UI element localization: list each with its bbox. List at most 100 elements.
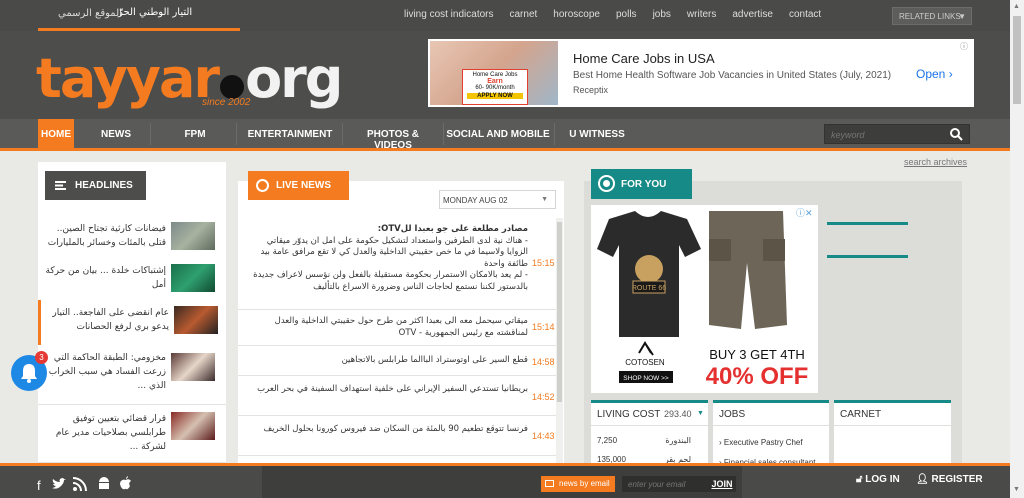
- live-news-item[interactable]: 14:52 بريطانيا تستدعي السفير الإيراني عل…: [238, 376, 556, 416]
- rss-icon[interactable]: [73, 477, 87, 491]
- nav-news[interactable]: NEWS: [86, 119, 146, 148]
- chevron-down-icon: ▼: [958, 12, 966, 21]
- top-link-jobs[interactable]: jobs: [653, 9, 671, 20]
- date-selector[interactable]: MONDAY AUG 02 ▼: [439, 190, 556, 209]
- news-text: بريطانيا تستدعي السفير الإيراني على خلفي…: [257, 384, 528, 394]
- page-scrollbar[interactable]: ▲ ▼: [1010, 0, 1024, 498]
- news-text: قطع السير على اوتوستراد الباالما طرابلس …: [341, 355, 528, 365]
- twitter-icon[interactable]: [52, 478, 66, 490]
- carnet-title: CARNET: [840, 409, 882, 420]
- live-news-item[interactable]: 14:58 قطع السير على اوتوستراد الباالما ط…: [238, 346, 556, 376]
- nav-entertainment[interactable]: ENTERTAINMENT: [244, 119, 336, 148]
- ad-subtitle: Best Home Health Software Job Vacancies …: [573, 70, 892, 81]
- android-icon[interactable]: [97, 477, 111, 491]
- job-item[interactable]: › Executive Pastry Chef: [719, 438, 803, 447]
- live-news-item[interactable]: 14:43 فرنسا تتوقع تطعيم 90 بالمئة من الس…: [238, 416, 556, 456]
- nav-divider: [342, 123, 343, 145]
- ad-open-button[interactable]: Open ›: [916, 67, 953, 81]
- headline-item[interactable]: مخزومي: الطبقة الحاكمة التي زرعت الفساد …: [38, 345, 226, 405]
- nav-social-mobile[interactable]: SOCIAL AND MOBILE: [446, 119, 550, 148]
- top-link-horoscope[interactable]: horoscope: [553, 9, 600, 20]
- ad-title[interactable]: Home Care Jobs in USA: [573, 51, 715, 66]
- for-you-accent-line: [827, 222, 908, 225]
- search-input[interactable]: [825, 126, 935, 144]
- tayyar-name-link[interactable]: التيار الوطني الحرّ: [118, 7, 192, 18]
- chevron-right-icon: ›: [948, 67, 953, 81]
- notification-bell[interactable]: 3: [11, 351, 48, 391]
- living-cost-value: 293.40: [664, 409, 692, 419]
- clock-icon: [256, 179, 269, 192]
- scrollbar-thumb[interactable]: [557, 222, 562, 402]
- register-link[interactable]: 👤︎ REGISTER: [916, 474, 983, 485]
- scroll-down-icon[interactable]: ▼: [1013, 486, 1020, 493]
- top-advertisement[interactable]: Home Care Jobs Earn 60- 90K/month APPLY …: [428, 39, 974, 107]
- top-link-contact[interactable]: contact: [789, 9, 821, 20]
- search-archives-link[interactable]: search archives: [904, 157, 967, 167]
- top-link-writers[interactable]: writers: [687, 9, 716, 20]
- ad-card-earn: Earn: [487, 78, 503, 85]
- news-by-email-label: news by email: [541, 476, 615, 492]
- nav-photos-videos[interactable]: PHOTOS & VIDEOS: [347, 119, 439, 151]
- news-text: ميقاتي سيحمل معه الى بعبدا اكثر من طرح ح…: [274, 316, 528, 338]
- headline-item[interactable]: عام انقضى على الفاجعة.. التيار يدعو بري …: [38, 300, 226, 346]
- top-link-advertise[interactable]: advertise: [732, 9, 773, 20]
- living-cost-row: 7,250 البندورة: [597, 436, 697, 445]
- live-news-scrollbar[interactable]: [556, 218, 563, 463]
- date-selector-value: MONDAY AUG 02: [443, 196, 508, 205]
- jobs-widget: JOBS › Executive Pastry Chef › Financial…: [713, 400, 829, 470]
- headline-text: مخزومي: الطبقة الحاكمة التي زرعت الفساد …: [48, 353, 166, 391]
- svg-text:40% OFF: 40% OFF: [706, 363, 809, 390]
- top-link-carnet[interactable]: carnet: [509, 9, 537, 20]
- site-logo[interactable]: tayyar org: [36, 49, 343, 109]
- nav-home[interactable]: HOME: [38, 119, 74, 148]
- live-news-item[interactable]: 15:14 ميقاتي سيحمل معه الى بعبدا اكثر من…: [238, 310, 556, 346]
- official-site-link[interactable]: الموقع الرسمي: [58, 8, 122, 19]
- live-news-item[interactable]: 15:15 مصادر مطلعة على جو بعبدا للOTV: - …: [238, 218, 556, 310]
- job-title: Executive Pastry Chef: [723, 438, 803, 447]
- clothing-ad-image: ROUTE 66 COTOSEN SHOP NOW >> BUY 3 GET 4…: [597, 211, 809, 390]
- join-button[interactable]: JOIN: [708, 476, 736, 492]
- headline-item[interactable]: قرار قضائي بتعيين توفيق طرابلسي بصلاحيات…: [38, 406, 226, 463]
- headlines-header: HEADLINES: [45, 171, 146, 200]
- news-time: 14:43: [532, 431, 555, 441]
- headline-item[interactable]: إشتباكات خلدة ... بيان من حركة أمل: [38, 258, 226, 304]
- nav-fpm[interactable]: FPM: [165, 119, 225, 148]
- apple-icon[interactable]: [119, 476, 132, 491]
- product-advertisement[interactable]: ROUTE 66 COTOSEN SHOP NOW >> BUY 3 GET 4…: [591, 205, 818, 393]
- headlines-title: HEADLINES: [75, 180, 133, 191]
- related-links-dropdown[interactable]: RELATED LINKS ▼: [892, 7, 972, 25]
- news-time: 14:52: [532, 392, 555, 402]
- carnet-widget: CARNET: [834, 400, 951, 470]
- living-cost-widget: LIVING COST 293.40 ▼ 7,250 البندورة 135,…: [591, 400, 708, 470]
- top-link-living-cost[interactable]: living cost indicators: [404, 9, 493, 20]
- scrollbar-thumb[interactable]: [1013, 16, 1021, 104]
- living-cost-price: 7,250: [597, 436, 618, 445]
- headline-thumbnail: [171, 412, 215, 440]
- headline-thumbnail: [174, 306, 218, 334]
- ad-close-icon[interactable]: ⓘ✕: [796, 206, 813, 219]
- for-you-header: FOR YOU: [591, 169, 692, 199]
- scroll-up-icon[interactable]: ▲: [1013, 3, 1020, 10]
- related-links-label: RELATED LINKS: [899, 12, 961, 21]
- search-icon[interactable]: [949, 127, 963, 141]
- headline-thumbnail: [171, 264, 215, 292]
- news-time: 15:14: [532, 322, 555, 332]
- headline-thumbnail: [171, 222, 215, 250]
- ad-choices-icon[interactable]: ⓘ: [960, 41, 968, 52]
- nav-divider: [150, 123, 151, 145]
- chevron-down-icon[interactable]: ▼: [697, 410, 704, 417]
- top-link-polls[interactable]: polls: [616, 9, 637, 20]
- nav-divider: [554, 123, 555, 145]
- living-cost-item: البندورة: [665, 436, 691, 445]
- headline-item[interactable]: فيضانات كارثية تجتاح الصين.. قتلى بالمئا…: [38, 216, 226, 262]
- login-link[interactable]: 🔓︎ LOG IN: [856, 474, 900, 485]
- chevron-right-icon: ›: [719, 438, 722, 447]
- news-time: 15:15: [532, 258, 555, 268]
- facebook-icon[interactable]: f: [37, 478, 41, 493]
- nav-u-witness[interactable]: U WITNESS: [562, 119, 632, 148]
- news-text: فرنسا تتوقع تطعيم 90 بالمئة من السكان ضد…: [263, 424, 528, 434]
- user-icon: 👤︎: [916, 474, 929, 485]
- live-news-header: LIVE NEWS: [248, 171, 349, 200]
- envelope-icon: [545, 480, 554, 487]
- live-news-title: LIVE NEWS: [276, 180, 332, 191]
